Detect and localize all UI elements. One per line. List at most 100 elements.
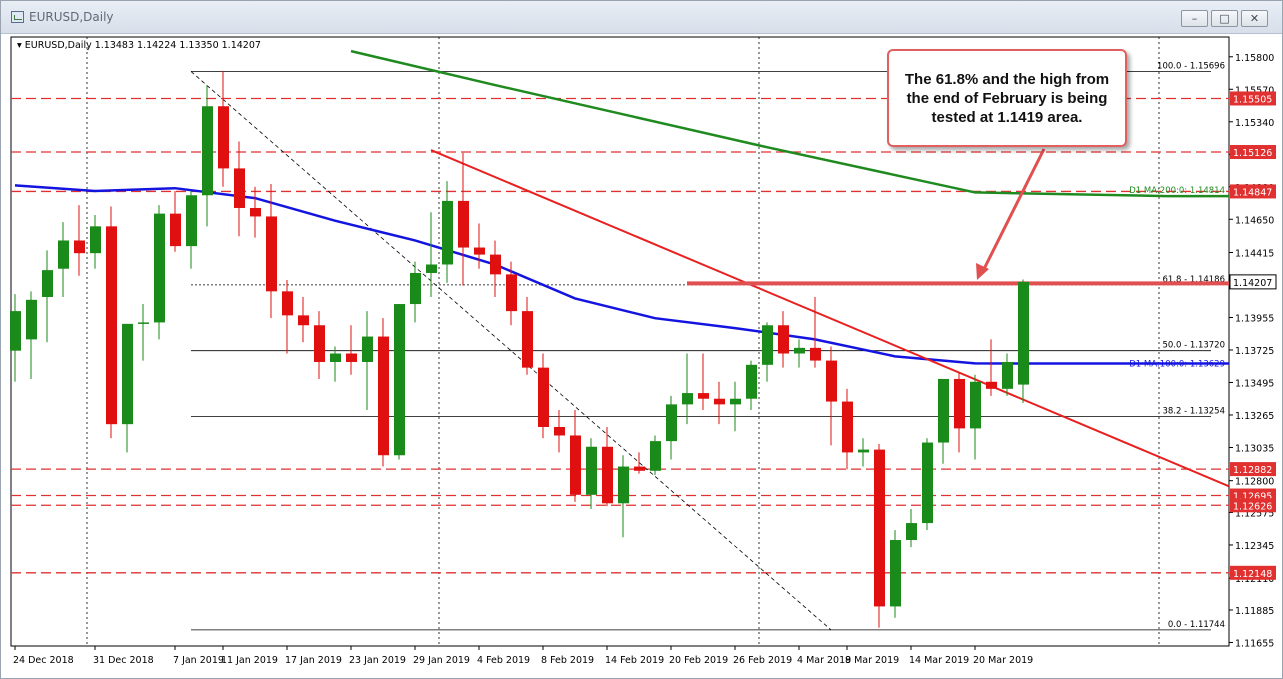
price-tick-label: 1.15340: [1235, 118, 1274, 129]
candle-body: [714, 398, 725, 405]
date-label: 8 Feb 2019: [541, 655, 594, 666]
date-label: 29 Jan 2019: [413, 655, 470, 666]
fib-level-label: 100.0 - 1.15696: [1157, 61, 1225, 71]
candle-body: [666, 404, 677, 442]
date-label: 20 Mar 2019: [973, 655, 1033, 666]
candle-body: [906, 523, 917, 541]
ma100-label: D1 MA:100:0: 1.13629: [1129, 360, 1225, 370]
candle-body: [394, 304, 405, 456]
candle-body: [250, 207, 261, 217]
candle-body: [762, 325, 773, 365]
date-label: 17 Jan 2019: [285, 655, 342, 666]
date-label: 11 Jan 2019: [221, 655, 278, 666]
candle-body: [842, 401, 853, 453]
candle-body: [954, 378, 965, 429]
price-tick-label: 1.13955: [1235, 313, 1274, 324]
candle-body: [522, 311, 533, 368]
candle-body: [314, 325, 325, 362]
price-tick-label: 1.11885: [1235, 606, 1274, 617]
candle-body: [586, 446, 597, 495]
level-price-label: 1.14847: [1233, 187, 1272, 198]
candle-body: [474, 247, 485, 255]
candle-body: [890, 540, 901, 607]
candle-body: [554, 426, 565, 436]
candle-body: [442, 200, 453, 265]
candle-body: [506, 274, 517, 312]
candle-body: [986, 381, 997, 389]
candle-body: [938, 378, 949, 443]
fib-level-label: 50.0 - 1.13720: [1162, 341, 1225, 351]
candle-body: [746, 364, 757, 399]
date-label: 4 Feb 2019: [477, 655, 530, 666]
date-label: 23 Jan 2019: [349, 655, 406, 666]
chart-window-icon: [11, 11, 24, 23]
candle-body: [458, 200, 469, 248]
candle-body: [634, 466, 645, 471]
window-title: EURUSD,Daily: [29, 10, 114, 24]
candle-body: [26, 299, 37, 340]
price-tick-label: 1.12345: [1235, 541, 1274, 552]
candle-body: [106, 226, 117, 425]
date-label: 20 Feb 2019: [669, 655, 728, 666]
maximize-button[interactable]: □: [1211, 10, 1238, 27]
close-button[interactable]: ✕: [1241, 10, 1268, 27]
candle-body: [922, 442, 933, 524]
current-price-label: 1.14207: [1233, 278, 1272, 289]
price-tick-label: 1.13495: [1235, 378, 1274, 389]
candle-body: [602, 446, 613, 504]
fib-level-label: 38.2 - 1.13254: [1162, 407, 1225, 417]
chart-header: ▾ EURUSD,Daily 1.13483 1.14224 1.13350 1…: [17, 40, 261, 51]
price-tick-label: 1.13035: [1235, 443, 1274, 454]
level-price-label: 1.15505: [1233, 94, 1272, 105]
candle-body: [154, 213, 165, 323]
candle-body: [346, 353, 357, 362]
price-tick-label: 1.14650: [1235, 215, 1274, 226]
level-price-label: 1.12148: [1233, 569, 1272, 580]
minimize-button[interactable]: –: [1181, 10, 1208, 27]
candle-body: [650, 441, 661, 471]
price-tick-label: 1.13265: [1235, 411, 1274, 422]
candle-body: [570, 435, 581, 495]
candle-body: [538, 367, 549, 427]
candle-body: [330, 353, 341, 362]
ma200-label: D1 MA:200:0: 1.14814: [1129, 186, 1225, 196]
date-label: 24 Dec 2018: [13, 655, 74, 666]
candle-body: [618, 466, 629, 504]
candle-body: [58, 240, 69, 269]
price-tick-label: 1.13725: [1235, 346, 1274, 357]
candle-body: [810, 347, 821, 361]
candle-body: [778, 325, 789, 354]
date-label: 31 Dec 2018: [93, 655, 154, 666]
candle-body: [90, 226, 101, 254]
candle-body: [794, 347, 805, 354]
candle-body: [730, 398, 741, 405]
date-label: 4 Mar 2019: [797, 655, 851, 666]
candle-body: [74, 240, 85, 254]
candle-body: [970, 381, 981, 429]
candle-body: [10, 311, 21, 351]
candle-body: [298, 315, 309, 326]
candle-body: [282, 291, 293, 316]
candle-body: [122, 323, 133, 425]
candle-body: [42, 270, 53, 297]
candle-body: [410, 272, 421, 305]
price-tick-label: 1.15800: [1235, 53, 1274, 64]
candle-body: [858, 449, 869, 453]
level-price-label: 1.15126: [1233, 148, 1272, 159]
date-label: 26 Feb 2019: [733, 655, 792, 666]
candle-body: [234, 168, 245, 208]
date-label: 14 Mar 2019: [909, 655, 969, 666]
title-bar[interactable]: EURUSD,Daily – □ ✕: [1, 1, 1282, 34]
date-label: 8 Mar 2019: [845, 655, 899, 666]
candle-body: [1018, 281, 1029, 385]
candle-body: [362, 336, 373, 362]
candle-body: [490, 254, 501, 275]
candle-body: [170, 213, 181, 247]
annotation-callout: The 61.8% and the high from the end of F…: [887, 49, 1127, 147]
candle-body: [186, 195, 197, 247]
date-label: 14 Feb 2019: [605, 655, 664, 666]
candle-body: [202, 106, 213, 196]
date-label: 7 Jan 2019: [173, 655, 224, 666]
fib-level-label: 0.0 - 1.11744: [1168, 620, 1225, 630]
candle-body: [378, 336, 389, 456]
